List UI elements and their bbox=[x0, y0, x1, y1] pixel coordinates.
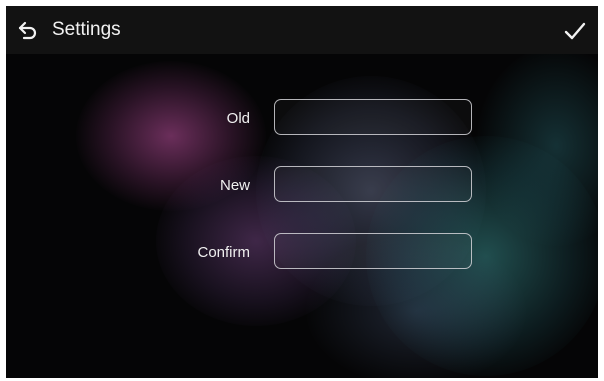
old-label: Old bbox=[226, 110, 250, 127]
password-form: Old New Confirm bbox=[6, 6, 598, 378]
new-password-input[interactable] bbox=[274, 166, 472, 202]
settings-screen: Settings Old New Confirm bbox=[6, 6, 598, 378]
confirm-label: Confirm bbox=[197, 244, 250, 261]
old-password-input[interactable] bbox=[274, 99, 472, 135]
confirm-password-input[interactable] bbox=[274, 233, 472, 269]
new-label: New bbox=[219, 177, 250, 194]
